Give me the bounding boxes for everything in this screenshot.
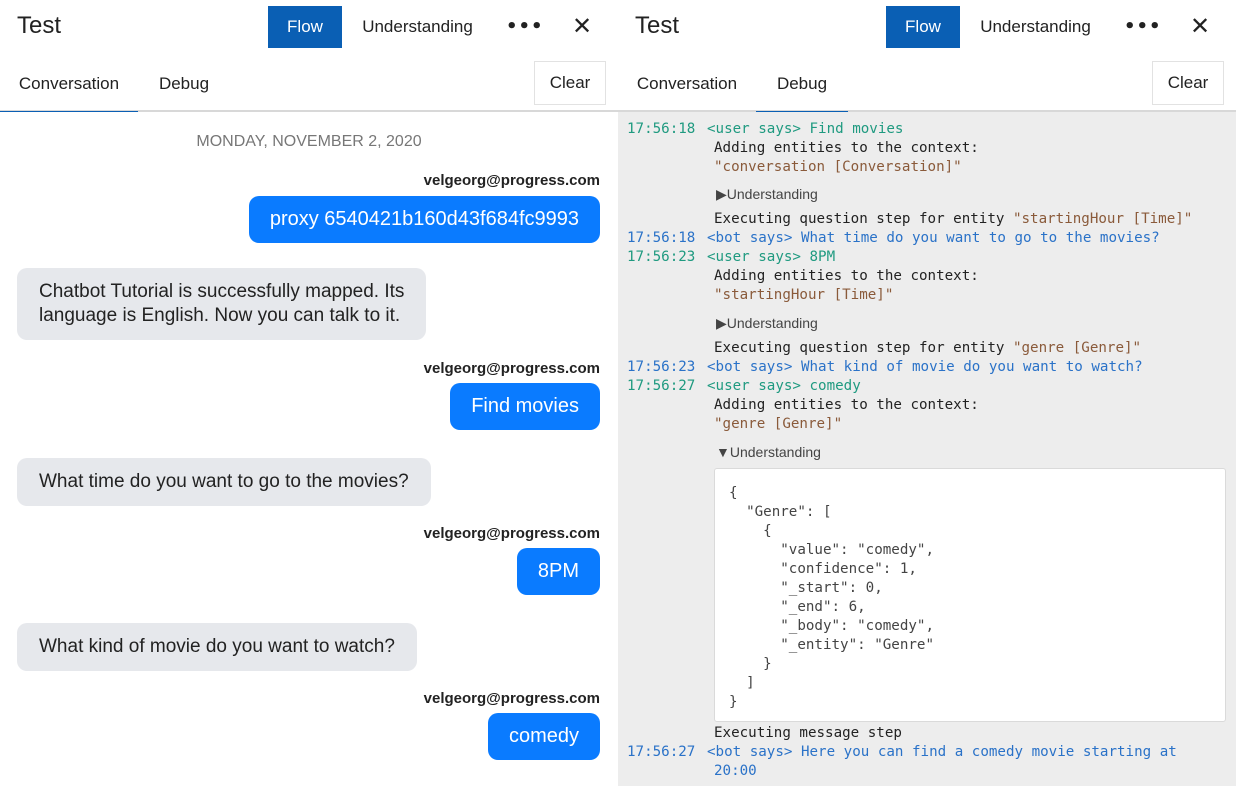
log-timestamp: 17:56:18 (627, 121, 696, 137)
bot-message-line: Chatbot Tutorial is successfully mapped.… (39, 281, 405, 302)
panel-header: Test Flow Understanding ••• ✕ (0, 0, 618, 56)
json-line: { (729, 523, 772, 539)
log-entity: "startingHour [Time]" (714, 287, 894, 303)
tab-bar: Conversation Debug Clear (618, 56, 1236, 114)
json-line: ] (729, 675, 755, 691)
tab-bar: Conversation Debug Clear (0, 56, 618, 114)
log-timestamp: 17:56:23 (627, 249, 696, 265)
close-icon[interactable]: ✕ (566, 8, 598, 44)
understanding-button[interactable]: Understanding (345, 6, 490, 48)
log-question-step: Executing question step for entity "genr… (714, 339, 1141, 358)
more-options-icon[interactable]: ••• (506, 12, 543, 40)
json-line: "_entity": "Genre" (729, 637, 934, 653)
log-text: Adding entities to the context: (714, 140, 979, 156)
log-bot-says: <bot says> What kind of movie do you wan… (707, 359, 1143, 375)
json-line: "_start": 0, (729, 580, 883, 596)
panel-title: Test (17, 12, 62, 39)
log-entity: "conversation [Conversation]" (714, 159, 962, 175)
clear-button[interactable]: Clear (534, 61, 606, 105)
conversation-view[interactable]: MONDAY, NOVEMBER 2, 2020 velgeorg@progre… (0, 112, 618, 786)
log-timestamp: 17:56:23 (627, 359, 696, 375)
log-timestamp: 17:56:27 (627, 744, 696, 760)
panel-title: Test (635, 12, 680, 39)
log-entity: "genre [Genre]" (1012, 340, 1142, 356)
bot-message: Chatbot Tutorial is successfully mapped.… (17, 268, 427, 340)
log-text: Adding entities to the context: (714, 268, 979, 284)
tab-conversation[interactable]: Conversation (0, 74, 138, 114)
understanding-toggle[interactable]: ▼Understanding (716, 444, 821, 460)
understanding-button[interactable]: Understanding (963, 6, 1108, 48)
log-question-step: Executing question step for entity "star… (714, 210, 1192, 229)
log-text: Executing message step (714, 725, 902, 741)
flow-button[interactable]: Flow (886, 6, 960, 48)
user-message: 8PM (516, 548, 600, 595)
tab-debug[interactable]: Debug (138, 74, 230, 112)
json-line: { (729, 485, 738, 501)
date-separator: MONDAY, NOVEMBER 2, 2020 (196, 133, 422, 150)
message-sender: velgeorg@progress.com (423, 172, 600, 189)
log-bot-says: <bot says> What time do you want to go t… (707, 230, 1160, 246)
close-icon[interactable]: ✕ (1184, 8, 1216, 44)
understanding-toggle[interactable]: ▶Understanding (716, 315, 818, 332)
user-message: Find movies (450, 383, 600, 430)
bot-message: What kind of movie do you want to watch? (17, 623, 417, 671)
panel-header: Test Flow Understanding ••• ✕ (618, 0, 1236, 56)
flow-button[interactable]: Flow (268, 6, 342, 48)
tab-conversation[interactable]: Conversation (618, 74, 756, 112)
json-line: "confidence": 1, (729, 561, 917, 577)
log-timestamp: 17:56:27 (627, 378, 696, 394)
json-line: "_body": "comedy", (729, 618, 934, 634)
json-line: "value": "comedy", (729, 542, 934, 558)
log-entity: "genre [Genre]" (714, 416, 843, 432)
message-sender: velgeorg@progress.com (423, 360, 600, 377)
log-entity: "startingHour [Time]" (1012, 211, 1193, 227)
user-message: proxy 6540421b160d43f684fc9993 (248, 196, 600, 243)
log-bot-says: <bot says> Here you can find a comedy mo… (707, 744, 1177, 760)
more-options-icon[interactable]: ••• (1124, 12, 1161, 40)
json-line: "_end": 6, (729, 599, 866, 615)
user-message: comedy (487, 713, 600, 760)
log-text: Executing question step for entity (714, 211, 1013, 227)
debug-log[interactable]: 17:56:18 <user says> Find movies Adding … (618, 112, 1236, 786)
json-line: "Genre": [ (729, 504, 832, 520)
bot-message-line: language is English. Now you can talk to… (39, 305, 401, 326)
clear-button[interactable]: Clear (1152, 61, 1224, 105)
log-text: Adding entities to the context: (714, 397, 979, 413)
understanding-json: { "Genre": [ { "value": "comedy", "confi… (714, 468, 1226, 722)
message-sender: velgeorg@progress.com (423, 525, 600, 542)
log-timestamp: 17:56:18 (627, 230, 696, 246)
json-line: } (729, 694, 738, 710)
left-test-panel: Test Flow Understanding ••• ✕ Conversati… (0, 0, 618, 786)
understanding-toggle[interactable]: ▶Understanding (716, 186, 818, 203)
tab-debug[interactable]: Debug (756, 74, 848, 114)
message-sender: velgeorg@progress.com (423, 690, 600, 707)
json-line: } (729, 656, 772, 672)
log-user-says: <user says> Find movies (707, 121, 904, 137)
log-user-says: <user says> comedy (707, 378, 861, 394)
log-user-says: <user says> 8PM (707, 249, 836, 265)
log-bot-says-cont: 20:00 (714, 763, 757, 779)
log-text: Executing question step for entity (714, 340, 1013, 356)
bot-message: What time do you want to go to the movie… (17, 458, 431, 506)
right-test-panel: Test Flow Understanding ••• ✕ Conversati… (618, 0, 1236, 786)
